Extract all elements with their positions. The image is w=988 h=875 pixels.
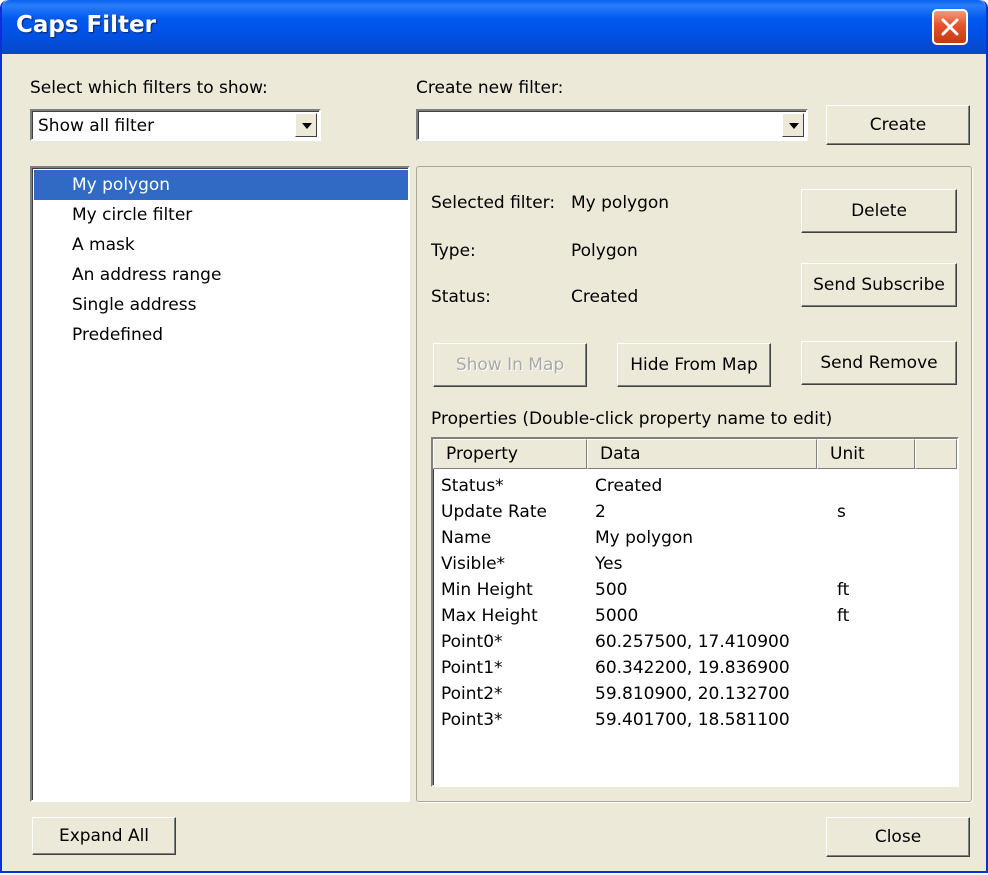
expand-all-label: Expand All — [58, 826, 150, 846]
hide-from-map-button-label: Hide From Map — [630, 355, 758, 375]
show-in-map-button[interactable]: Show In Map — [433, 343, 587, 387]
table-row[interactable]: Point1* 60.342200, 19.836900 — [441, 655, 941, 681]
create-button[interactable]: Create — [826, 105, 970, 145]
create-filter-dropdown[interactable] — [416, 109, 808, 141]
list-item[interactable]: An address range — [34, 260, 408, 290]
table-row[interactable]: Status* Created — [441, 473, 941, 499]
column-header-data[interactable]: Data — [587, 439, 817, 469]
show-filters-label: Select which filters to show: — [30, 78, 268, 98]
window-close-button[interactable] — [932, 9, 968, 45]
table-row[interactable]: Visible* Yes — [441, 551, 941, 577]
property-unit-cell: ft — [837, 606, 850, 626]
create-filter-dropdown-button[interactable] — [782, 113, 804, 137]
property-name-cell: Status* — [441, 476, 504, 496]
property-name-cell: Point2* — [441, 684, 503, 704]
property-name-cell: Max Height — [441, 606, 538, 626]
property-unit-cell: s — [837, 502, 846, 522]
column-header-filler — [915, 439, 957, 469]
list-item[interactable]: Single address — [34, 290, 408, 320]
show-filters-value: Show all filter — [38, 116, 155, 136]
property-name-cell: Name — [441, 528, 492, 548]
create-filter-label: Create new filter: — [416, 78, 564, 98]
close-icon — [941, 18, 959, 36]
property-data-cell: 500 — [595, 580, 628, 600]
list-item[interactable]: Predefined — [34, 320, 408, 350]
caps-filter-dialog: Caps Filter Select which filters to show… — [0, 0, 988, 873]
properties-label: Properties (Double-click property name t… — [431, 409, 833, 429]
chevron-down-icon — [789, 123, 799, 129]
window-title: Caps Filter — [16, 12, 156, 38]
show-filters-dropdown[interactable]: Show all filter — [30, 109, 321, 141]
property-data-cell: My polygon — [595, 528, 694, 548]
list-item[interactable]: My polygon — [34, 170, 408, 200]
property-name-cell: Update Rate — [441, 502, 547, 522]
type-value: Polygon — [571, 241, 638, 261]
type-label: Type: — [431, 241, 476, 261]
properties-table[interactable]: Property Data Unit Status* Created Update … — [431, 437, 959, 787]
property-data-cell: 60.342200, 19.836900 — [595, 658, 790, 678]
property-name-cell: Visible* — [441, 554, 506, 574]
close-button[interactable]: Close — [826, 817, 970, 857]
show-in-map-button-label: Show In Map — [455, 355, 565, 375]
table-row[interactable]: Min Height 500 ft — [441, 577, 941, 603]
chevron-down-icon — [302, 123, 312, 129]
property-data-cell: Created — [595, 476, 663, 496]
column-header-unit[interactable]: Unit — [817, 439, 915, 469]
table-row[interactable]: Name My polygon — [441, 525, 941, 551]
property-name-cell: Min Height — [441, 580, 533, 600]
show-filters-dropdown-button[interactable] — [295, 113, 317, 137]
send-remove-button[interactable]: Send Remove — [801, 341, 957, 385]
property-name-cell: Point0* — [441, 632, 503, 652]
property-data-cell: 59.810900, 20.132700 — [595, 684, 790, 704]
selected-filter-label: Selected filter: — [431, 193, 556, 213]
hide-from-map-button[interactable]: Hide From Map — [617, 343, 771, 387]
column-header-property[interactable]: Property — [433, 439, 587, 469]
title-bar[interactable]: Caps Filter — [2, 0, 986, 54]
property-name-cell: Point3* — [441, 710, 503, 730]
table-row[interactable]: Point2* 59.810900, 20.132700 — [441, 681, 941, 707]
property-data-cell: Yes — [595, 554, 623, 574]
status-label: Status: — [431, 287, 491, 307]
property-data-cell: 2 — [595, 502, 606, 522]
table-row[interactable]: Update Rate 2 s — [441, 499, 941, 525]
selected-filter-value: My polygon — [571, 193, 670, 213]
expand-all-button[interactable]: Expand All — [32, 817, 176, 855]
close-button-label: Close — [874, 827, 922, 847]
send-subscribe-button-label: Send Subscribe — [813, 275, 945, 295]
property-name-cell: Point1* — [441, 658, 503, 678]
property-unit-cell: ft — [837, 580, 850, 600]
create-button-label: Create — [869, 115, 927, 135]
send-subscribe-button[interactable]: Send Subscribe — [801, 263, 957, 307]
table-row[interactable]: Point0* 60.257500, 17.410900 — [441, 629, 941, 655]
list-item[interactable]: A mask — [34, 230, 408, 260]
status-value: Created — [571, 287, 639, 307]
table-row[interactable]: Point3* 59.401700, 18.581100 — [441, 707, 941, 733]
table-row[interactable]: Max Height 5000 ft — [441, 603, 941, 629]
filter-details-panel: Selected filter: My polygon Type: Polygo… — [416, 166, 972, 802]
property-data-cell: 59.401700, 18.581100 — [595, 710, 790, 730]
list-item[interactable]: My circle filter — [34, 200, 408, 230]
delete-button-label: Delete — [851, 201, 907, 221]
delete-button[interactable]: Delete — [801, 189, 957, 233]
filter-list[interactable]: My polygon My circle filter A mask An addre… — [30, 166, 410, 802]
property-data-cell: 5000 — [595, 606, 639, 626]
property-data-cell: 60.257500, 17.410900 — [595, 632, 790, 652]
send-remove-button-label: Send Remove — [820, 353, 938, 373]
